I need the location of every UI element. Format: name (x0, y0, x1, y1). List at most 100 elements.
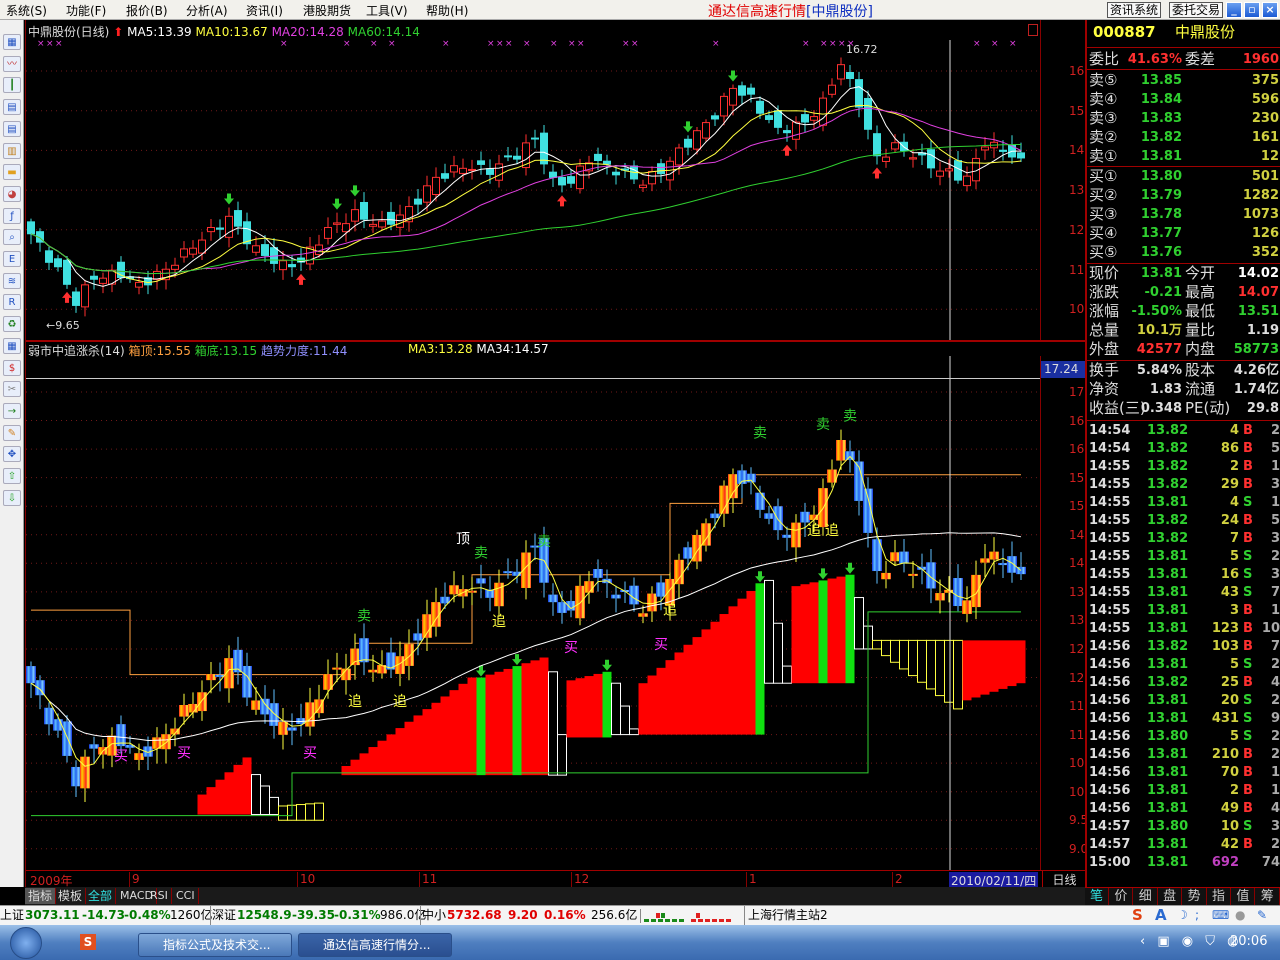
tab-0[interactable]: 笔 (1085, 888, 1109, 906)
pencil-icon[interactable]: ✎ (3, 424, 21, 441)
candle (575, 585, 585, 619)
arrow-up-icon[interactable]: ⇧ (3, 468, 21, 484)
tick-price: 13.81 (1147, 855, 1189, 870)
move-icon[interactable]: ✥ (3, 446, 21, 463)
candle (945, 168, 953, 172)
tick-volume: 103 (1211, 639, 1239, 654)
indicator-bar (827, 578, 837, 684)
candle (234, 210, 242, 227)
fin-value: 0.348 (1140, 401, 1182, 416)
etf-icon[interactable]: E (3, 251, 21, 267)
candle (252, 245, 260, 253)
tick-time: 14:55 (1089, 603, 1131, 618)
trade-button[interactable]: 委托交易 (1169, 2, 1224, 18)
menu-hk-futures[interactable]: 港股期货 (303, 2, 351, 19)
sell-level-row: 卖② 13.82 161 (1087, 128, 1280, 147)
menu-tools[interactable]: 工具(V) (366, 2, 408, 19)
indicator-bar (1007, 640, 1017, 687)
taskbar-item-formula[interactable]: 指标公式及技术交... (138, 933, 292, 957)
restore-button[interactable]: ▫ (1244, 2, 1260, 18)
tab-1[interactable]: 价 (1109, 888, 1134, 906)
sogou-ime-icon[interactable]: S (1132, 906, 1143, 925)
minimize-button[interactable]: _ (1226, 2, 1242, 18)
dollar-icon[interactable]: $ (3, 359, 21, 376)
tab-6[interactable]: 值 (1231, 888, 1256, 906)
menu-news[interactable]: 资讯(I) (246, 2, 283, 19)
menu-function[interactable]: 功能(F) (66, 2, 106, 19)
close-button[interactable]: × (1262, 2, 1278, 18)
tab-2[interactable]: 细 (1134, 888, 1158, 906)
menu-quote[interactable]: 报价(B) (126, 2, 168, 19)
ime-mode-icon[interactable]: A (1155, 906, 1167, 925)
line-chart-icon[interactable]: 〰 (3, 55, 21, 72)
grid-icon[interactable]: ▦ (3, 34, 21, 50)
menu-analysis[interactable]: 分析(A) (186, 2, 228, 19)
wrench-icon[interactable]: ✎ (1257, 906, 1267, 925)
tree-icon[interactable]: ▥ (3, 142, 21, 159)
tray-icons[interactable]: ‹ ▣ ◉ ⛉ ◍ (1140, 934, 1242, 949)
wave-icon[interactable]: ≋ (3, 272, 21, 289)
tick-time: 14:56 (1089, 657, 1131, 672)
tab-indicator[interactable]: 指标 (25, 888, 57, 904)
signal-label: 买 (303, 745, 317, 761)
candlestick-chart[interactable]: × × × × × × × × × × × × × × × × × × × × × × × × × ×←9.6516.72 (26, 20, 1041, 340)
list-icon[interactable]: ▤ (3, 120, 21, 137)
time-label: 1 (746, 872, 757, 888)
tab-3[interactable]: 盘 (1158, 888, 1183, 906)
tick-price: 13.81 (1147, 495, 1189, 510)
menu-system[interactable]: 系统(S) (6, 2, 47, 19)
signal-label: 买 (114, 748, 128, 764)
tick-price: 13.82 (1147, 675, 1189, 690)
stat-value: 14.02 (1237, 266, 1279, 281)
start-button[interactable] (10, 927, 42, 959)
tab-rsi[interactable]: RSI (147, 888, 172, 904)
users-icon[interactable]: ◕ (3, 185, 21, 202)
folder-icon[interactable]: ▬ (3, 164, 21, 181)
row-volume: 12 (1260, 149, 1279, 164)
sogou-icon[interactable]: S (80, 934, 96, 950)
window-icon[interactable]: ▤ (3, 99, 21, 116)
indicator-chart[interactable]: 买买买卖追 追顶卖追卖买 买追卖卖卖追追 (26, 356, 1041, 870)
punctuation-icon[interactable]: ; (1195, 906, 1199, 925)
row-label: 卖② (1089, 128, 1118, 146)
keyboard-icon[interactable]: ⌨ (1212, 906, 1229, 925)
rsi-icon[interactable]: R (3, 294, 21, 311)
tab-4[interactable]: 势 (1183, 888, 1207, 906)
tick-volume: 7 (1229, 531, 1239, 546)
marker-icon: × (577, 39, 585, 49)
formula-icon[interactable]: ƒ (3, 207, 21, 224)
indicator-bar (449, 690, 459, 776)
refresh-icon[interactable]: ♻ (3, 316, 21, 333)
moon-icon[interactable]: ☽ (1177, 906, 1188, 925)
candle (62, 721, 72, 756)
tab-all[interactable]: 全部 (85, 888, 117, 904)
marker-icon: × (568, 39, 576, 49)
news-system-button[interactable]: 资讯系统 (1107, 2, 1162, 18)
candle (324, 227, 332, 239)
stat-value: 13.51 (1237, 304, 1279, 319)
tab-template[interactable]: 模板 (55, 888, 87, 904)
tick-side: S (1243, 495, 1253, 510)
candle (287, 727, 297, 731)
tab-7[interactable]: 筹 (1256, 888, 1280, 906)
search-icon[interactable]: ⌕ (3, 229, 21, 246)
import-icon[interactable]: → (3, 402, 21, 419)
candle (548, 594, 558, 603)
menu-help[interactable]: 帮助(H) (426, 2, 468, 19)
row-price: 13.83 (1140, 111, 1182, 126)
divider (1087, 69, 1280, 70)
tick-volume: 5 (1229, 729, 1239, 744)
layout-icon[interactable]: ▦ (3, 337, 21, 354)
candle (360, 201, 368, 220)
chart-area[interactable]: 中鼎股份(日线) ⬆ MA5:13.39 MA10:13.67 MA20:14.… (25, 20, 1103, 889)
candle (935, 593, 945, 601)
period-button[interactable]: 日线 (1042, 871, 1086, 888)
candle-icon[interactable]: ┃ (3, 77, 21, 94)
candle (261, 244, 269, 256)
tools-icon[interactable]: ✂ (3, 381, 21, 398)
tab-cci[interactable]: CCI (173, 888, 199, 904)
arrow-down-icon[interactable]: ⇩ (3, 489, 21, 506)
tab-5[interactable]: 指 (1207, 888, 1231, 906)
user-icon[interactable]: ● (1235, 906, 1245, 925)
taskbar-item-tdx[interactable]: 通达信高速行情分... (298, 933, 452, 957)
